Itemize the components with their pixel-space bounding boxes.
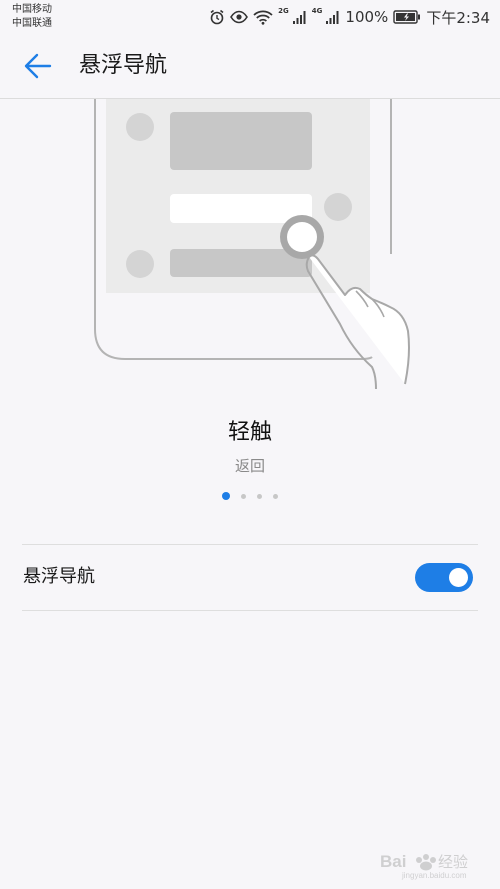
gesture-subtitle: 返回 (234, 457, 265, 475)
carrier-info: 中国移动 中国联通 (12, 3, 52, 31)
page-indicator (0, 492, 500, 500)
arrow-left-icon (22, 53, 54, 86)
carrier-1: 中国移动 (12, 4, 52, 15)
floating-nav-label: 悬浮导航 (23, 566, 95, 587)
gesture-title: 轻触 (227, 420, 272, 445)
network-tag-2g: 2G (278, 7, 289, 15)
signal-icon-2 (325, 10, 340, 25)
status-icons: 2G 4G 100% 下午2:34 (209, 6, 490, 28)
svg-text:Bai: Bai (380, 852, 406, 871)
floating-nav-setting-row[interactable]: 悬浮导航 (0, 546, 500, 610)
page-dot-1[interactable] (222, 492, 230, 500)
divider-top (22, 544, 478, 545)
floating-nav-toggle[interactable] (415, 563, 473, 592)
app-header: 悬浮导航 (0, 34, 500, 99)
baidu-jingyan-watermark: Bai 经验 jingyan.baidu.com (376, 847, 486, 881)
status-bar: 中国移动 中国联通 2G 4G 100% 下午2:34 (0, 0, 500, 34)
toggle-knob (449, 568, 468, 587)
alarm-icon (209, 9, 225, 25)
network-tag-4g: 4G (311, 7, 323, 15)
carrier-2: 中国联通 (12, 18, 52, 29)
eye-icon (230, 10, 249, 24)
gesture-illustration (0, 99, 500, 399)
clock: 下午2:34 (426, 8, 490, 27)
svg-text:jingyan.baidu.com: jingyan.baidu.com (401, 871, 467, 880)
page-dot-2[interactable] (241, 493, 246, 499)
page-dot-4[interactable] (273, 493, 278, 499)
svg-text:经验: 经验 (438, 853, 468, 871)
signal-icon (292, 10, 307, 25)
battery-icon (393, 10, 421, 24)
page-dot-3[interactable] (257, 493, 262, 499)
wifi-icon (253, 10, 273, 25)
back-button[interactable] (22, 50, 54, 82)
divider-bottom (22, 610, 478, 611)
battery-percent: 100% (345, 8, 389, 26)
page-title: 悬浮导航 (79, 53, 168, 78)
